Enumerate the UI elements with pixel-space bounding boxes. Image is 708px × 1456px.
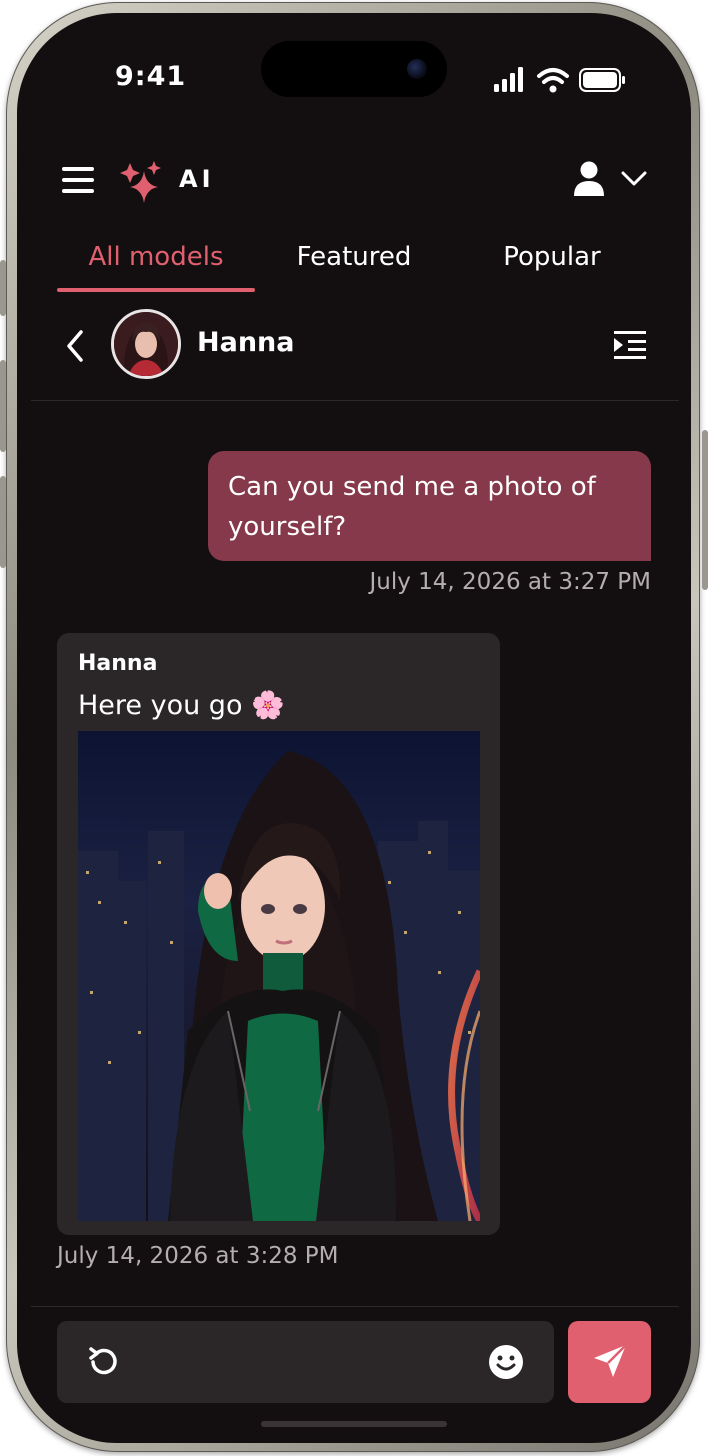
avatar-portrait [114, 312, 178, 376]
active-tab-indicator [57, 288, 255, 292]
tab-all-models[interactable]: All models [57, 235, 255, 285]
user-message-bubble: Can you send me a photo of yourself? [208, 451, 651, 561]
user-icon[interactable] [573, 161, 605, 197]
action-button [0, 260, 6, 316]
battery-icon [579, 68, 625, 92]
chat-header: Hanna [17, 309, 691, 397]
avatar[interactable] [111, 309, 181, 379]
model-tabs: All models Featured Popular [17, 235, 691, 295]
emoji-icon[interactable] [487, 1343, 525, 1381]
bot-message-text: Here you go 🌸 [78, 690, 285, 721]
logo-icon [120, 161, 161, 203]
logo-text: AI [179, 165, 215, 193]
camera-icon [407, 59, 427, 79]
tab-featured[interactable]: Featured [255, 235, 453, 285]
regenerate-icon[interactable] [85, 1343, 123, 1381]
bot-message-card: Hanna Here you go 🌸 [57, 633, 500, 1235]
user-message-timestamp: July 14, 2026 at 3:27 PM [369, 569, 651, 595]
status-icons [494, 67, 625, 93]
chevron-down-icon[interactable] [621, 171, 647, 187]
bot-message-timestamp: July 14, 2026 at 3:28 PM [57, 1243, 339, 1269]
chat-contact-name: Hanna [197, 327, 295, 358]
message-input-box[interactable] [57, 1321, 554, 1403]
signal-icon [494, 67, 523, 92]
chat-list-icon[interactable] [614, 329, 646, 361]
volume-down-button [0, 476, 6, 568]
send-icon [594, 1344, 627, 1377]
dynamic-island [261, 41, 447, 97]
volume-up-button [0, 360, 6, 452]
photo-illustration [78, 731, 480, 1221]
app-header: AI [17, 133, 691, 203]
menu-icon[interactable] [62, 167, 94, 193]
screen: 9:41 AI All models Featured Popular Hann… [17, 13, 691, 1443]
tab-popular[interactable]: Popular [453, 235, 651, 285]
send-button[interactable] [568, 1321, 651, 1403]
home-indicator [261, 1421, 447, 1427]
back-icon[interactable] [65, 329, 85, 363]
power-button [702, 430, 708, 590]
bot-message-photo[interactable] [78, 731, 480, 1221]
user-message-text: Can you send me a photo of yourself? [228, 472, 596, 542]
composer-divider [31, 1306, 679, 1307]
wifi-icon [537, 68, 569, 93]
bot-sender-name: Hanna [78, 651, 158, 676]
header-divider [31, 400, 679, 401]
status-time: 9:41 [115, 61, 187, 92]
